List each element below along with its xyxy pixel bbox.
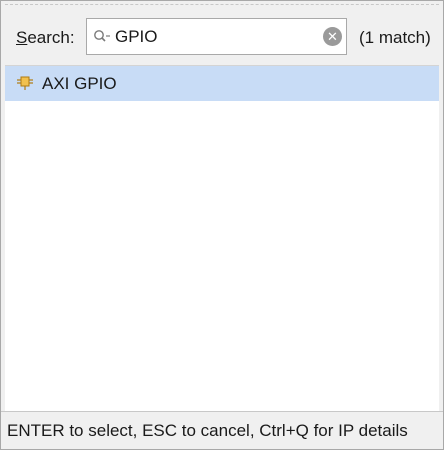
search-label-mnemonic: S [16, 28, 28, 47]
result-item-label: AXI GPIO [42, 74, 117, 93]
search-label: Search: [16, 28, 75, 48]
clear-icon[interactable]: ✕ [323, 27, 342, 46]
footer-hint: ENTER to select, ESC to cancel, Ctrl+Q f… [7, 421, 408, 440]
result-item-axi-gpio[interactable]: AXI GPIO [5, 66, 439, 101]
search-label-text: earch: [27, 28, 75, 47]
resize-grip[interactable] [5, 4, 439, 5]
ip-block-icon [17, 75, 33, 91]
search-input[interactable] [115, 23, 315, 50]
search-box[interactable]: ✕ [86, 18, 347, 55]
search-icon[interactable] [93, 29, 111, 45]
footer-hint-bar: ENTER to select, ESC to cancel, Ctrl+Q f… [1, 411, 443, 449]
match-count: (1 match) [359, 28, 431, 47]
add-ip-popup: Search: ✕ (1 match) [0, 0, 444, 450]
results-list[interactable]: AXI GPIO [5, 65, 439, 411]
search-row: Search: ✕ (1 match) [1, 13, 443, 65]
